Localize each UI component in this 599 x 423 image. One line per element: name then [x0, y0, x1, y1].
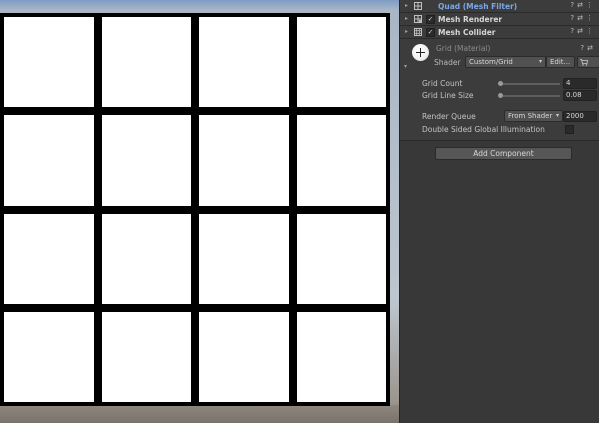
grid-cell — [101, 17, 191, 108]
foldout-arrow-icon[interactable]: ▸ — [405, 2, 408, 9]
grid-cell — [101, 115, 191, 206]
grid-cell — [296, 115, 386, 206]
material-preview-icon — [412, 44, 429, 61]
preset-settings-icon[interactable]: ⇄ — [577, 14, 586, 22]
inspector-panel: ▸ Quad (Mesh Filter) ?⇄⋮ ▸ ✓ Mesh Render… — [399, 0, 599, 423]
component-title: Mesh Renderer — [438, 15, 503, 24]
grid-cell — [4, 311, 94, 402]
component-enabled-checkbox[interactable]: ✓ — [426, 28, 435, 37]
edit-label: Edit... — [550, 58, 571, 66]
scene-view[interactable] — [0, 0, 399, 423]
preset-settings-icon[interactable]: ⇄ — [577, 27, 586, 35]
render-queue-mode: From Shader — [508, 112, 553, 120]
grid-cell — [4, 115, 94, 206]
preset-settings-icon[interactable]: ⇄ — [577, 1, 586, 9]
material-name: Grid (Material) — [436, 44, 491, 53]
more-options-icon[interactable]: ⋮ — [586, 1, 596, 9]
grid-cell — [199, 115, 289, 206]
grid-line-size-field[interactable]: 0.08 — [563, 90, 597, 101]
foldout-arrow-icon[interactable]: ▸ — [405, 15, 408, 22]
component-header-icons[interactable]: ?⇄⋮ — [570, 27, 596, 35]
scene-ground — [0, 405, 399, 423]
foldout-arrow-icon[interactable]: ▾ — [404, 63, 407, 70]
component-enabled-checkbox[interactable]: ✓ — [426, 15, 435, 24]
mesh-collider-icon — [414, 28, 422, 36]
material-header-icons[interactable]: ?⇄ — [580, 44, 596, 52]
component-header-mesh-renderer[interactable]: ▸ ✓ Mesh Renderer ?⇄⋮ — [400, 13, 599, 26]
double-sided-gi-label: Double Sided Global Illumination — [422, 125, 545, 134]
grid-quad[interactable] — [0, 13, 390, 406]
component-header-mesh-filter[interactable]: ▸ Quad (Mesh Filter) ?⇄⋮ — [400, 0, 599, 13]
prop-label-grid-count: Grid Count — [422, 79, 463, 88]
grid-count-field[interactable]: 4 — [563, 78, 597, 89]
shader-dropdown[interactable]: Custom/Grid ▾ — [465, 56, 546, 68]
cart-icon — [580, 59, 588, 66]
grid-cell — [199, 17, 289, 108]
prop-label-grid-line-size: Grid Line Size — [422, 91, 474, 100]
grid-cell — [199, 311, 289, 402]
grid-cell — [101, 213, 191, 304]
dropdown-arrow-icon: ▾ — [555, 112, 559, 119]
slider-handle[interactable] — [498, 81, 503, 86]
more-options-icon[interactable]: ⋮ — [586, 14, 596, 22]
component-header-icons[interactable]: ?⇄⋮ — [570, 1, 596, 9]
grid-cell — [296, 311, 386, 402]
mesh-filter-icon — [414, 2, 422, 10]
more-options-icon[interactable]: ⋮ — [586, 27, 596, 35]
dropdown-arrow-icon: ▾ — [538, 58, 542, 65]
component-header-icons[interactable]: ?⇄⋮ — [570, 14, 596, 22]
grid-cell — [101, 311, 191, 402]
grid-line-size-slider[interactable] — [498, 93, 560, 98]
component-title: Mesh Collider — [438, 28, 496, 37]
shader-label: Shader — [434, 58, 461, 67]
slider-handle[interactable] — [498, 93, 503, 98]
grid-cell — [296, 213, 386, 304]
render-queue-mode-dropdown[interactable]: From Shader ▾ — [504, 110, 563, 122]
add-component-button[interactable]: Add Component — [435, 147, 572, 160]
component-header-mesh-collider[interactable]: ▸ ✓ Mesh Collider ?⇄⋮ — [400, 26, 599, 39]
grid-cell — [4, 17, 94, 108]
shader-value: Custom/Grid — [469, 58, 513, 66]
foldout-arrow-icon[interactable]: ▸ — [405, 28, 408, 35]
shader-cart-dropdown[interactable] — [577, 56, 599, 68]
grid-count-slider[interactable] — [498, 81, 560, 86]
render-queue-label: Render Queue — [422, 112, 476, 121]
mesh-renderer-icon — [414, 15, 422, 23]
preset-settings-icon[interactable]: ⇄ — [587, 44, 596, 52]
grid-cell — [4, 213, 94, 304]
render-queue-field[interactable]: 2000 — [563, 111, 597, 122]
material-section: ▾ Grid (Material) ?⇄ Shader Custom/Grid … — [400, 39, 599, 141]
double-sided-gi-checkbox[interactable] — [565, 125, 574, 134]
component-title: Quad (Mesh Filter) — [438, 2, 518, 11]
grid-cell — [199, 213, 289, 304]
grid-cell — [296, 17, 386, 108]
shader-edit-button[interactable]: Edit... — [546, 56, 575, 68]
